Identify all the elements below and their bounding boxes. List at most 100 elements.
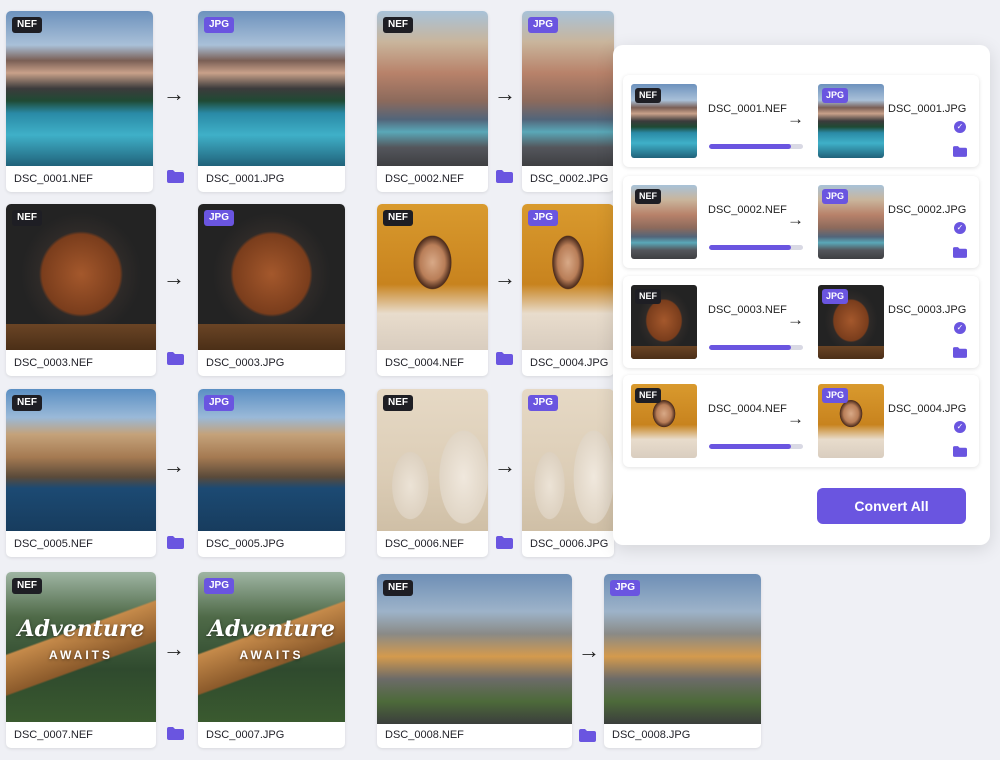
folder-icon[interactable]	[167, 727, 184, 740]
folder-icon[interactable]	[953, 247, 967, 258]
file-card-converted[interactable]: JPG DSC_0001.JPG	[198, 11, 345, 192]
file-name: DSC_0002.JPG	[530, 173, 609, 185]
jpg-badge: JPG	[204, 17, 235, 33]
thumbnail	[377, 574, 572, 724]
file-name: DSC_0008.JPG	[612, 729, 691, 741]
file-card-converted[interactable]: JPG DSC_0004.JPG	[522, 204, 614, 376]
arrow-right-icon: →	[494, 81, 516, 106]
nef-badge: NEF	[12, 210, 42, 226]
progress-bar	[709, 245, 803, 250]
thumbnail	[377, 11, 488, 166]
convert-all-button[interactable]: Convert All	[817, 488, 966, 524]
nef-badge: NEF	[383, 17, 413, 33]
folder-icon[interactable]	[496, 170, 513, 183]
image-text-line2: AWAITS	[239, 648, 304, 662]
jpg-badge: JPG	[204, 578, 235, 594]
file-name: DSC_0003.JPG	[206, 357, 285, 369]
arrow-right-icon: →	[163, 636, 185, 661]
jpg-badge: JPG	[528, 210, 559, 226]
conversion-item[interactable]: NEF DSC_0003.NEF → JPG DSC_0003.JPG ✓	[623, 276, 979, 368]
nef-badge: NEF	[635, 189, 661, 204]
conversion-item[interactable]: NEF DSC_0001.NEF → JPG DSC_0001.JPG ✓	[623, 75, 979, 167]
nef-badge: NEF	[383, 210, 413, 226]
output-file-name: DSC_0001.JPG	[888, 103, 967, 115]
file-card-source[interactable]: Adventure AWAITS NEF DSC_0007.NEF	[6, 572, 156, 748]
file-card-source[interactable]: NEF DSC_0004.NEF	[377, 204, 488, 376]
jpg-badge: JPG	[204, 395, 235, 411]
output-file-name: DSC_0004.JPG	[888, 403, 967, 415]
source-file-name: DSC_0003.NEF	[708, 304, 787, 316]
thumbnail	[522, 11, 614, 166]
folder-icon[interactable]	[496, 352, 513, 365]
file-card-source[interactable]: NEF DSC_0005.NEF	[6, 389, 156, 557]
arrow-right-icon: →	[787, 109, 804, 128]
arrow-right-icon: →	[787, 409, 804, 428]
file-name: DSC_0002.NEF	[385, 173, 464, 185]
arrow-right-icon: →	[163, 265, 185, 290]
source-thumbnail: NEF	[631, 84, 697, 158]
file-card-converted[interactable]: JPG DSC_0003.JPG	[198, 204, 345, 376]
source-thumbnail: NEF	[631, 185, 697, 259]
file-card-converted[interactable]: JPG DSC_0005.JPG	[198, 389, 345, 557]
output-file-name: DSC_0002.JPG	[888, 204, 967, 216]
file-name: DSC_0004.NEF	[385, 357, 464, 369]
thumbnail: Adventure AWAITS	[6, 572, 156, 722]
output-file-name: DSC_0003.JPG	[888, 304, 967, 316]
output-thumbnail: JPG	[818, 285, 884, 359]
progress-fill	[709, 144, 791, 149]
folder-icon[interactable]	[953, 146, 967, 157]
file-name: DSC_0003.NEF	[14, 357, 93, 369]
source-thumbnail: NEF	[631, 285, 697, 359]
nef-badge: NEF	[12, 578, 42, 594]
source-thumbnail: NEF	[631, 384, 697, 458]
output-thumbnail: JPG	[818, 185, 884, 259]
folder-icon[interactable]	[496, 536, 513, 549]
conversion-item[interactable]: NEF DSC_0004.NEF → JPG DSC_0004.JPG ✓	[623, 375, 979, 467]
folder-icon[interactable]	[579, 729, 596, 742]
jpg-badge: JPG	[204, 210, 235, 226]
file-card-converted[interactable]: Adventure AWAITS JPG DSC_0007.JPG	[198, 572, 345, 748]
thumbnail	[604, 574, 761, 724]
output-thumbnail: JPG	[818, 384, 884, 458]
jpg-badge: JPG	[528, 17, 559, 33]
nef-badge: NEF	[635, 88, 661, 103]
progress-bar	[709, 444, 803, 449]
progress-fill	[709, 245, 791, 250]
image-text-line2: AWAITS	[48, 648, 113, 662]
output-thumbnail: JPG	[818, 84, 884, 158]
folder-icon[interactable]	[167, 170, 184, 183]
arrow-right-icon: →	[163, 453, 185, 478]
file-card-source[interactable]: NEF DSC_0003.NEF	[6, 204, 156, 376]
folder-icon[interactable]	[953, 347, 967, 358]
folder-icon[interactable]	[167, 536, 184, 549]
arrow-right-icon: →	[494, 453, 516, 478]
nef-badge: NEF	[635, 388, 661, 403]
file-card-converted[interactable]: JPG DSC_0008.JPG	[604, 574, 761, 748]
file-card-converted[interactable]: JPG DSC_0002.JPG	[522, 11, 614, 192]
file-card-source[interactable]: NEF DSC_0008.NEF	[377, 574, 572, 748]
progress-fill	[709, 345, 791, 350]
file-name: DSC_0006.NEF	[385, 538, 464, 550]
progress-bar	[709, 144, 803, 149]
arrow-right-icon: →	[787, 310, 804, 329]
file-card-source[interactable]: NEF DSC_0006.NEF	[377, 389, 488, 557]
arrow-right-icon: →	[787, 210, 804, 229]
file-card-source[interactable]: NEF DSC_0001.NEF	[6, 11, 153, 192]
jpg-badge: JPG	[822, 388, 849, 403]
file-name: DSC_0006.JPG	[530, 538, 609, 550]
jpg-badge: JPG	[528, 395, 559, 411]
folder-icon[interactable]	[953, 446, 967, 457]
thumbnail: Adventure AWAITS	[198, 572, 345, 722]
folder-icon[interactable]	[167, 352, 184, 365]
jpg-badge: JPG	[822, 88, 849, 103]
image-text-line1: Adventure	[208, 616, 335, 642]
file-card-converted[interactable]: JPG DSC_0006.JPG	[522, 389, 614, 557]
image-text-line1: Adventure	[17, 616, 145, 642]
conversion-item[interactable]: NEF DSC_0002.NEF → JPG DSC_0002.JPG ✓	[623, 176, 979, 268]
file-name: DSC_0005.JPG	[206, 538, 285, 550]
check-circle-icon: ✓	[954, 322, 966, 334]
file-name: DSC_0004.JPG	[530, 357, 609, 369]
file-card-source[interactable]: NEF DSC_0002.NEF	[377, 11, 488, 192]
arrow-right-icon: →	[578, 638, 600, 663]
file-name: DSC_0005.NEF	[14, 538, 93, 550]
